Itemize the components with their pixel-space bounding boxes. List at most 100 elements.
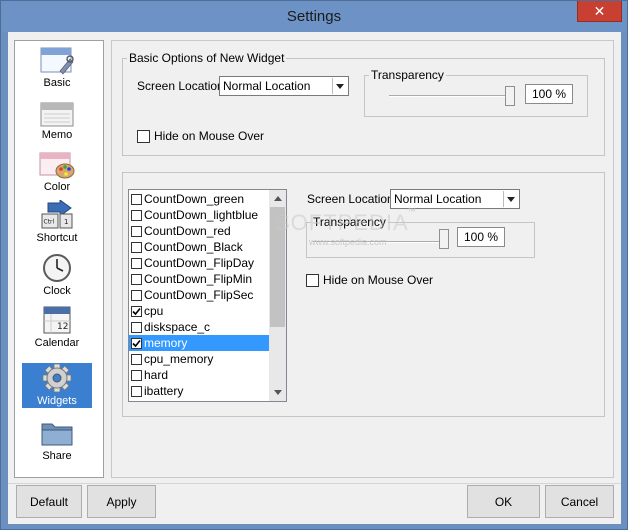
- widget-checkbox[interactable]: [131, 369, 142, 381]
- calendar-icon: 12: [43, 306, 71, 334]
- sidebar-item-label: Widgets: [37, 395, 77, 407]
- widget-checkbox[interactable]: [131, 193, 142, 205]
- widget-transparency-value-box[interactable]: 100 %: [457, 227, 505, 247]
- sidebar-item-label: Memo: [41, 129, 73, 141]
- widget-checkbox[interactable]: [131, 289, 142, 301]
- widget-checkbox[interactable]: [131, 385, 142, 397]
- sidebar-item-basic[interactable]: Basic: [22, 45, 92, 90]
- widget-transparency-slider-thumb[interactable]: [439, 229, 449, 249]
- title-bar[interactable]: Settings ✕: [1, 1, 627, 32]
- widget-name: CountDown_red: [144, 224, 231, 238]
- widgets-settings-panel: Basic Options of New Widget Screen Locat…: [111, 40, 614, 478]
- sidebar-item-clock[interactable]: Clock: [22, 253, 92, 298]
- widget-name: diskspace_c: [144, 320, 211, 334]
- widget-list-item[interactable]: CountDown_red: [129, 223, 269, 239]
- widget-name: cpu: [144, 304, 164, 318]
- sidebar-item-label: Share: [42, 450, 72, 462]
- svg-text:Ctrl: Ctrl: [44, 219, 55, 226]
- widget-list-item[interactable]: cpu: [129, 303, 269, 319]
- chevron-down-icon: [332, 78, 347, 94]
- widget-list-item[interactable]: CountDown_lightblue: [129, 207, 269, 223]
- widget-name: CountDown_FlipSec: [144, 288, 254, 302]
- softpedia-watermark: SOFTPEDIA: [275, 210, 409, 235]
- sidebar-item-calendar[interactable]: 12 Calendar: [22, 305, 92, 350]
- settings-window: Settings ✕ Basic Memo Color Ctrl 1 Short…: [0, 0, 628, 530]
- color-palette-icon: [39, 152, 75, 179]
- chevron-down-icon: [503, 191, 518, 207]
- screen-location-value: Normal Location: [223, 79, 311, 93]
- widget-list-item[interactable]: CountDown_FlipMin: [129, 271, 269, 287]
- widget-checkbox[interactable]: [131, 225, 142, 237]
- hide-on-mouse-label: Hide on Mouse Over: [154, 129, 265, 143]
- widget-checkbox[interactable]: [131, 241, 142, 253]
- svg-text:12: 12: [57, 322, 68, 332]
- widget-list[interactable]: CountDown_green CountDown_lightblue CountD…: [128, 189, 287, 402]
- sidebar-item-label: Basic: [43, 77, 71, 89]
- widget-list-item[interactable]: diskspace_c: [129, 319, 269, 335]
- softpedia-watermark-url: www.softpedia.com: [309, 237, 387, 247]
- scroll-down-arrow-icon[interactable]: [269, 384, 286, 401]
- basic-options-legend: Basic Options of New Widget: [127, 51, 287, 65]
- memo-window-icon: [40, 102, 74, 127]
- cancel-button[interactable]: Cancel: [545, 485, 614, 518]
- sidebar-item-share[interactable]: Share: [22, 418, 92, 463]
- close-button[interactable]: ✕: [577, 1, 622, 22]
- widget-name: CountDown_green: [144, 192, 245, 206]
- default-button[interactable]: Default: [16, 485, 82, 518]
- widget-name: memory: [144, 336, 188, 350]
- transparency-slider-thumb[interactable]: [505, 86, 515, 106]
- basic-window-icon: [40, 47, 74, 75]
- sidebar-item-shortcut[interactable]: Ctrl 1 Shortcut: [22, 200, 92, 245]
- transparency-value-box[interactable]: 100 %: [525, 84, 573, 104]
- widget-list-item[interactable]: hard: [129, 367, 269, 383]
- widget-name: CountDown_FlipMin: [144, 272, 253, 286]
- sidebar-item-label: Color: [43, 181, 71, 193]
- window-title: Settings: [286, 8, 342, 25]
- widget-name: cpu_memory: [144, 352, 214, 366]
- transparency-group: Transparency 100 %: [364, 68, 588, 117]
- hide-on-mouse-checkbox[interactable]: [137, 130, 150, 143]
- sidebar-item-color[interactable]: Color: [22, 149, 92, 194]
- ok-button[interactable]: OK: [467, 485, 540, 518]
- widget-checkbox[interactable]: [131, 257, 142, 269]
- sidebar-item-label: Calendar: [34, 337, 80, 349]
- widget-checkbox[interactable]: [131, 353, 142, 365]
- gear-icon: [42, 363, 72, 393]
- widget-list-item[interactable]: ibattery: [129, 383, 269, 399]
- sidebar-item-widgets[interactable]: Widgets: [22, 363, 92, 408]
- widget-list-item[interactable]: CountDown_FlipDay: [129, 255, 269, 271]
- widget-list-item[interactable]: memory: [129, 335, 269, 351]
- screen-location-select[interactable]: Normal Location: [219, 76, 349, 96]
- widget-list-item[interactable]: cpu_memory: [129, 351, 269, 367]
- basic-options-group: Basic Options of New Widget Screen Locat…: [122, 51, 605, 156]
- widget-screen-location-label: Screen Location: [307, 192, 394, 206]
- sidebar-item-memo[interactable]: Memo: [22, 97, 92, 142]
- widget-hide-on-mouse-checkbox[interactable]: [306, 274, 319, 287]
- apply-button[interactable]: Apply: [87, 485, 156, 518]
- sidebar-item-label: Shortcut: [36, 232, 78, 244]
- footer-divider: [8, 483, 621, 484]
- widget-name: ibattery: [144, 384, 184, 398]
- checkmark-icon: [132, 339, 141, 347]
- widget-checkbox[interactable]: [131, 321, 142, 333]
- svg-text:1: 1: [64, 218, 68, 226]
- widget-list-item[interactable]: CountDown_green: [129, 191, 269, 207]
- widget-screen-location-value: Normal Location: [394, 192, 482, 206]
- sidebar-item-label: Clock: [43, 285, 71, 297]
- widget-list-item[interactable]: CountDown_FlipSec: [129, 287, 269, 303]
- widget-checkbox[interactable]: [131, 209, 142, 221]
- widget-name: CountDown_lightblue: [144, 208, 259, 222]
- widget-checkbox[interactable]: [131, 273, 142, 285]
- widget-checkbox[interactable]: [131, 337, 142, 349]
- widget-checkbox[interactable]: [131, 305, 142, 317]
- sidebar: Basic Memo Color Ctrl 1 Shortcut Clock 1…: [14, 40, 104, 478]
- widget-list-item[interactable]: CountDown_Black: [129, 239, 269, 255]
- widget-name: hard: [144, 368, 169, 382]
- clock-icon: [43, 254, 71, 282]
- transparency-slider-track: [389, 95, 513, 97]
- widget-hide-on-mouse-label: Hide on Mouse Over: [323, 273, 434, 287]
- scroll-up-arrow-icon[interactable]: [269, 190, 286, 207]
- widget-settings-group: CountDown_green CountDown_lightblue CountD…: [122, 172, 605, 417]
- folder-icon: [41, 423, 73, 446]
- watermark-trademark: ™: [407, 206, 416, 216]
